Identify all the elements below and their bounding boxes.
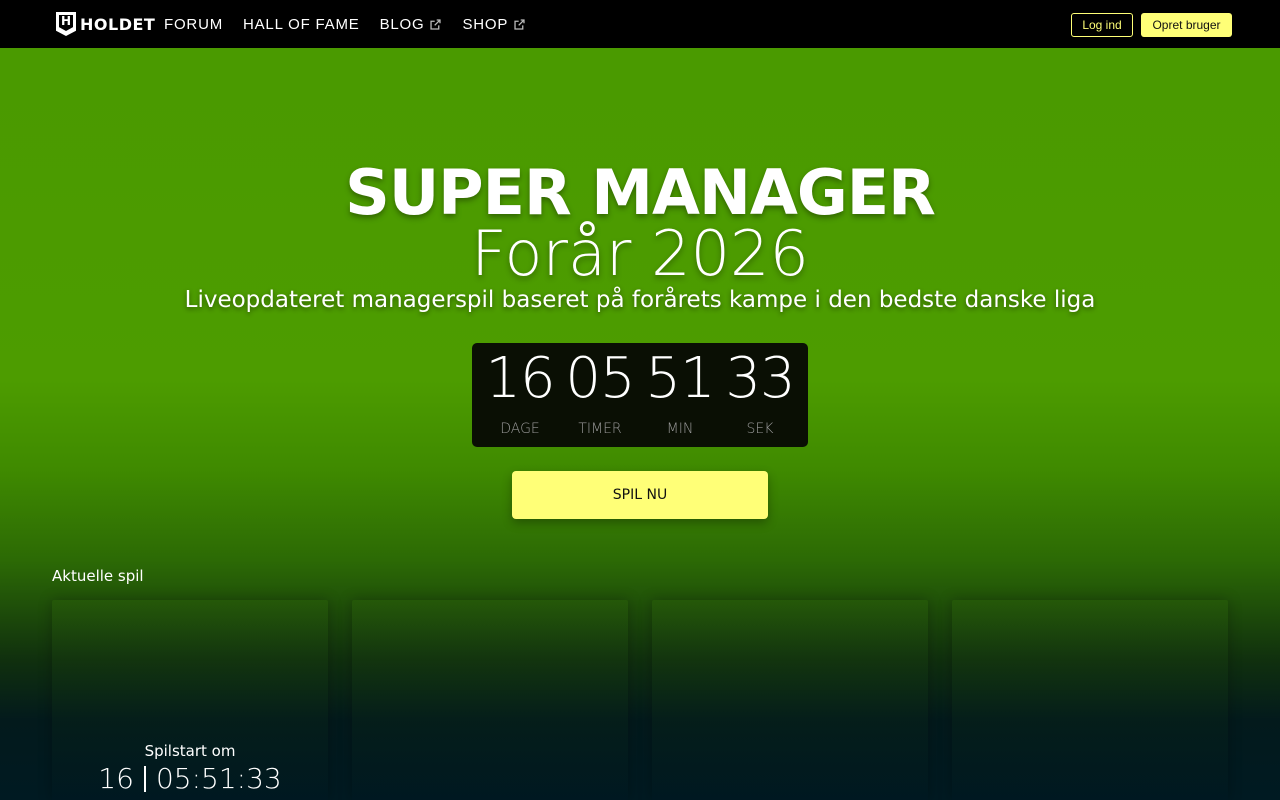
game-card[interactable]: [352, 600, 628, 800]
shield-logo-icon: [56, 12, 76, 36]
countdown-label: TIMER: [578, 421, 622, 437]
countdown-value: 05: [565, 346, 635, 411]
nav-links: FORUM HALL OF FAME BLOG SHOP: [164, 0, 546, 48]
holdet-logo[interactable]: HOLDET: [56, 12, 155, 36]
signup-button[interactable]: Opret bruger: [1141, 13, 1232, 37]
countdown-value: 51: [645, 346, 715, 411]
logo-text: HOLDET: [80, 14, 156, 34]
game-start-label: Spilstart om: [144, 742, 236, 760]
nav-link-hall-of-fame[interactable]: HALL OF FAME: [243, 16, 360, 33]
current-games-title: Aktuelle spil: [52, 567, 144, 585]
nav-link-shop[interactable]: SHOP: [462, 16, 526, 33]
nav-link-label: BLOG: [379, 15, 425, 33]
nav-link-label: FORUM: [164, 15, 223, 33]
hero-subtitle: Forår 2026: [471, 217, 809, 290]
external-link-icon: [430, 18, 442, 30]
separator: [143, 766, 146, 792]
nav-link-label: SHOP: [462, 15, 509, 33]
countdown-days: 16 DAGE: [480, 347, 560, 447]
game-card[interactable]: [952, 600, 1228, 800]
login-button[interactable]: Log ind: [1071, 13, 1133, 37]
play-now-button[interactable]: SPIL NU: [512, 471, 768, 519]
hero-description: Liveopdateret managerspil baseret på for…: [184, 287, 1096, 313]
game-start-countdown: 16 05:51:33: [52, 762, 328, 795]
external-link-icon: [514, 18, 525, 30]
countdown-label: SEK: [746, 421, 774, 437]
countdown-hours: 05 TIMER: [560, 347, 640, 447]
game-start-time: 05:51:33: [155, 762, 282, 795]
game-start-days: 16: [98, 762, 134, 795]
game-card[interactable]: Spilstart om 16 05:51:33: [52, 600, 328, 800]
countdown-minutes: 51 MIN: [640, 347, 720, 447]
current-games-list: Spilstart om 16 05:51:33: [52, 600, 1228, 800]
countdown-label: MIN: [666, 421, 694, 437]
countdown-value: 33: [725, 346, 795, 411]
countdown-value: 16: [485, 346, 555, 411]
nav-link-forum[interactable]: FORUM: [164, 16, 223, 33]
countdown-timer: 16 DAGE 05 TIMER 51 MIN 33 SEK: [472, 343, 808, 447]
nav-link-label: HALL OF FAME: [243, 15, 360, 33]
nav-link-blog[interactable]: BLOG: [380, 16, 443, 33]
countdown-label: DAGE: [500, 421, 540, 437]
countdown-seconds: 33 SEK: [720, 347, 800, 447]
top-nav: HOLDET FORUM HALL OF FAME BLOG SHOP Log …: [0, 0, 1280, 48]
game-card[interactable]: [652, 600, 928, 800]
